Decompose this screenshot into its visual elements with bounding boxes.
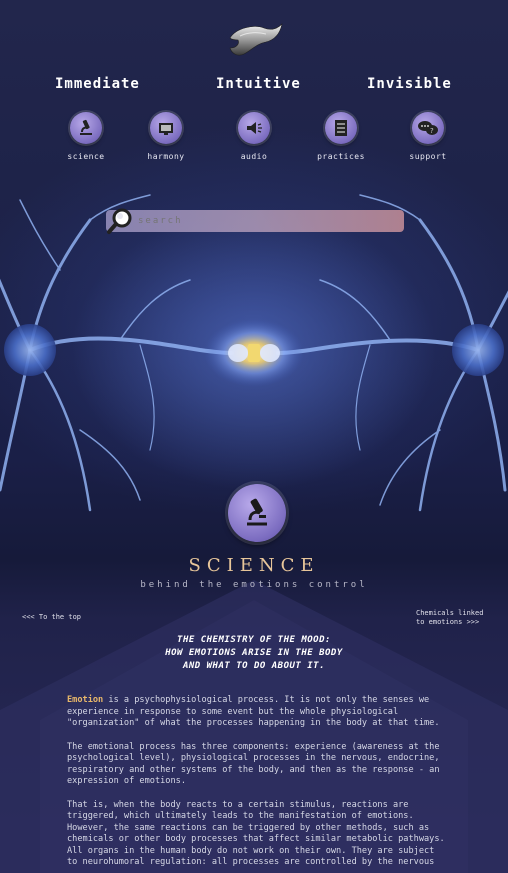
- search-icon[interactable]: [106, 207, 134, 235]
- speaker-icon: [247, 122, 262, 134]
- microscope-icon: [80, 119, 92, 135]
- nav-support-circle[interactable]: ?: [412, 112, 444, 144]
- tagline-intuitive: Intuitive: [216, 76, 301, 92]
- section-title: SCIENCE: [188, 555, 320, 576]
- tagline-invisible: Invisible: [367, 76, 452, 92]
- nav-label[interactable]: practices: [306, 152, 376, 161]
- nav-audio-circle[interactable]: [238, 112, 270, 144]
- nav-item-science[interactable]: science: [51, 112, 121, 161]
- monitor-icon: [159, 123, 173, 135]
- headline-line: AND WHAT TO DO ABOUT IT.: [182, 661, 326, 671]
- nav-item-harmony[interactable]: harmony: [131, 112, 201, 161]
- next-article-link[interactable]: Chemicals linked to emotions >>>: [416, 609, 486, 627]
- headline-line: HOW EMOTIONS ARISE IN THE BODY: [165, 648, 343, 658]
- tagline-immediate: Immediate: [55, 76, 140, 92]
- emphasis-term: Emotion: [67, 695, 104, 705]
- nav-item-practices[interactable]: practices: [306, 112, 376, 161]
- nav-label[interactable]: support: [393, 152, 463, 161]
- nav-item-audio[interactable]: audio: [219, 112, 289, 161]
- checklist-icon: [335, 120, 347, 136]
- nav-practices-circle[interactable]: [325, 112, 357, 144]
- paragraph: The emotional process has three componen…: [67, 741, 440, 787]
- chat-bubble-icon: ?: [418, 121, 438, 135]
- nav-label[interactable]: audio: [219, 152, 289, 161]
- search-input[interactable]: [138, 214, 388, 228]
- next-link-line2[interactable]: to emotions >>>: [416, 618, 479, 626]
- to-top-link[interactable]: <<< To the top: [22, 613, 81, 621]
- article-body: Emotion is a psychophysiological process…: [67, 695, 447, 873]
- logo[interactable]: [226, 20, 284, 60]
- neuron-illustration: [0, 194, 508, 512]
- paragraph-text: is a psychophysiological process. It is …: [67, 695, 440, 728]
- section-subtitle: behind the emotions control: [140, 580, 368, 590]
- nav-label[interactable]: science: [51, 152, 121, 161]
- svg-text:?: ?: [430, 127, 434, 135]
- article-headline: THE CHEMISTRY OF THE MOOD: HOW EMOTIONS …: [0, 634, 508, 673]
- nav-harmony-circle[interactable]: [150, 112, 182, 144]
- headline-line: THE CHEMISTRY OF THE MOOD:: [177, 635, 331, 645]
- next-link-line1[interactable]: Chemicals linked: [416, 609, 483, 617]
- nav-label[interactable]: harmony: [131, 152, 201, 161]
- page: Immediate Intuitive Invisible science ha…: [0, 0, 508, 873]
- science-emblem: [228, 484, 286, 542]
- paragraph: That is, when the body reacts to a certa…: [67, 799, 445, 868]
- nav-item-support[interactable]: ? support: [393, 112, 463, 161]
- paragraph: Emotion is a psychophysiological process…: [67, 695, 447, 730]
- microscope-icon: [247, 498, 267, 526]
- nav-science-circle[interactable]: [70, 112, 102, 144]
